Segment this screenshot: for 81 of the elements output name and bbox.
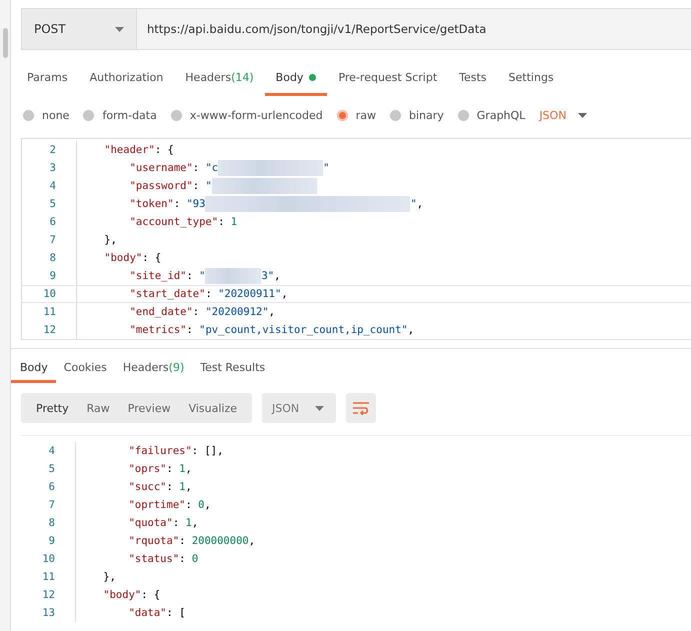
line-number: 7 (48, 234, 56, 246)
code-editor[interactable] (21, 138, 691, 340)
caret-icon (578, 112, 588, 118)
format-dropdown[interactable]: JSON (262, 393, 336, 423)
code-line: }, (76, 231, 117, 249)
request-tab[interactable]: Settings (498, 71, 565, 96)
code-line: "status": 0 (75, 550, 198, 568)
radio-button[interactable] (390, 110, 401, 120)
line-number: 8 (48, 517, 55, 529)
code-line: "account_type": 1 (76, 213, 238, 231)
code-line: "oprs": 1, (75, 460, 192, 478)
line-number: 5 (48, 463, 55, 475)
body-type-radio[interactable]: raw (336, 108, 376, 122)
code-line: "quota": 1, (75, 514, 198, 532)
request-tab[interactable]: Authorization (78, 71, 174, 96)
line-number: 8 (48, 252, 56, 264)
code-line: "rquota": 200000000, (75, 532, 256, 550)
code-line: "end_date": "20200912", (76, 303, 275, 321)
view-mode-tab[interactable]: Preview (118, 393, 180, 423)
line-number: 7 (48, 499, 55, 511)
line-number: 12 (41, 589, 55, 601)
caret-icon (115, 26, 124, 32)
view-mode-tab[interactable]: Pretty (27, 393, 78, 423)
code-line: "start_date": "20200911", (76, 285, 288, 303)
code-line: "succ": 1, (75, 478, 192, 496)
body-type-radio[interactable]: x-www-form-urlencoded (170, 108, 323, 122)
method-dropdown[interactable]: POST (21, 8, 137, 50)
code-line: "metrics": "pv_count,visitor_count,ip_count", (76, 321, 414, 339)
code-line: "username": "c " (76, 159, 330, 177)
request-tab[interactable]: Tests (448, 71, 498, 96)
code-line: "body": { (76, 249, 162, 267)
code-line: }, (75, 568, 116, 586)
request-tab[interactable]: Pre-request Script (327, 71, 448, 96)
code-line: "token": "93 ", (76, 195, 424, 213)
caret-icon (315, 406, 324, 410)
response-tab[interactable]: Test Results (192, 361, 274, 383)
view-mode-tab[interactable]: Visualize (180, 393, 246, 423)
code-line: "data": [ (75, 604, 186, 622)
line-number: 4 (48, 180, 56, 192)
radio-button[interactable] (458, 110, 469, 120)
request-tab[interactable]: Headers(14) (174, 71, 265, 96)
body-type-radio[interactable]: binary (390, 108, 444, 122)
request-tab[interactable]: Params (27, 71, 79, 96)
radio-button[interactable] (23, 110, 34, 120)
code-line: "oprtime": 0, (75, 496, 211, 514)
code-line: "password": " (76, 177, 317, 195)
radio-button[interactable] (336, 110, 348, 120)
code-editor[interactable]: 4 "failures": [], 5 "oprs": 1, 6 "succ": 1, 7 "oprtime": 0, 8 "quota": 1, 9 "rquota": 200000000, 10 "status": 0 11 }, 12 "body": { 13 "data": [ (21, 435, 691, 631)
line-number: 6 (48, 216, 56, 228)
response-tab[interactable]: Body (11, 361, 56, 383)
line-number: 6 (48, 481, 55, 493)
line-number: 11 (41, 571, 55, 583)
line-number: 10 (42, 288, 56, 300)
response-tab[interactable]: Cookies (56, 361, 115, 383)
code-line: "body": { (75, 586, 160, 604)
line-number: 3 (48, 162, 56, 174)
line-number: 4 (48, 445, 55, 457)
line-number: 5 (48, 198, 56, 210)
code-line: "failures": [], (75, 442, 224, 460)
line-number: 9 (48, 270, 56, 282)
view-mode-tab[interactable]: Raw (78, 393, 119, 423)
line-number: 10 (41, 553, 55, 565)
response-tab[interactable]: Headers(9) (114, 361, 192, 383)
body-type-radio[interactable]: none (23, 108, 70, 122)
url-field[interactable]: https://api.baidu.com/json/tongji/v1/ReportService/getData (137, 8, 691, 50)
scrollbar-thumb[interactable] (3, 28, 8, 58)
code-line: "site_id": " 3", (76, 267, 280, 285)
body-type-radio[interactable]: GraphQL (458, 108, 526, 122)
line-number: 12 (42, 324, 56, 336)
wrap-button[interactable] (346, 393, 376, 423)
line-number: 9 (48, 535, 55, 547)
code-line: "header": { (76, 141, 174, 159)
line-number: 2 (48, 144, 56, 156)
line-number: 11 (42, 306, 56, 318)
wrap-lines-icon (352, 401, 370, 415)
line-number: 13 (41, 607, 55, 619)
radio-button[interactable] (170, 110, 182, 120)
redaction-mask (205, 268, 262, 284)
radio-button[interactable] (83, 110, 94, 120)
request-tab[interactable]: Body (264, 71, 328, 96)
body-type-radio[interactable]: form-data (83, 108, 157, 122)
